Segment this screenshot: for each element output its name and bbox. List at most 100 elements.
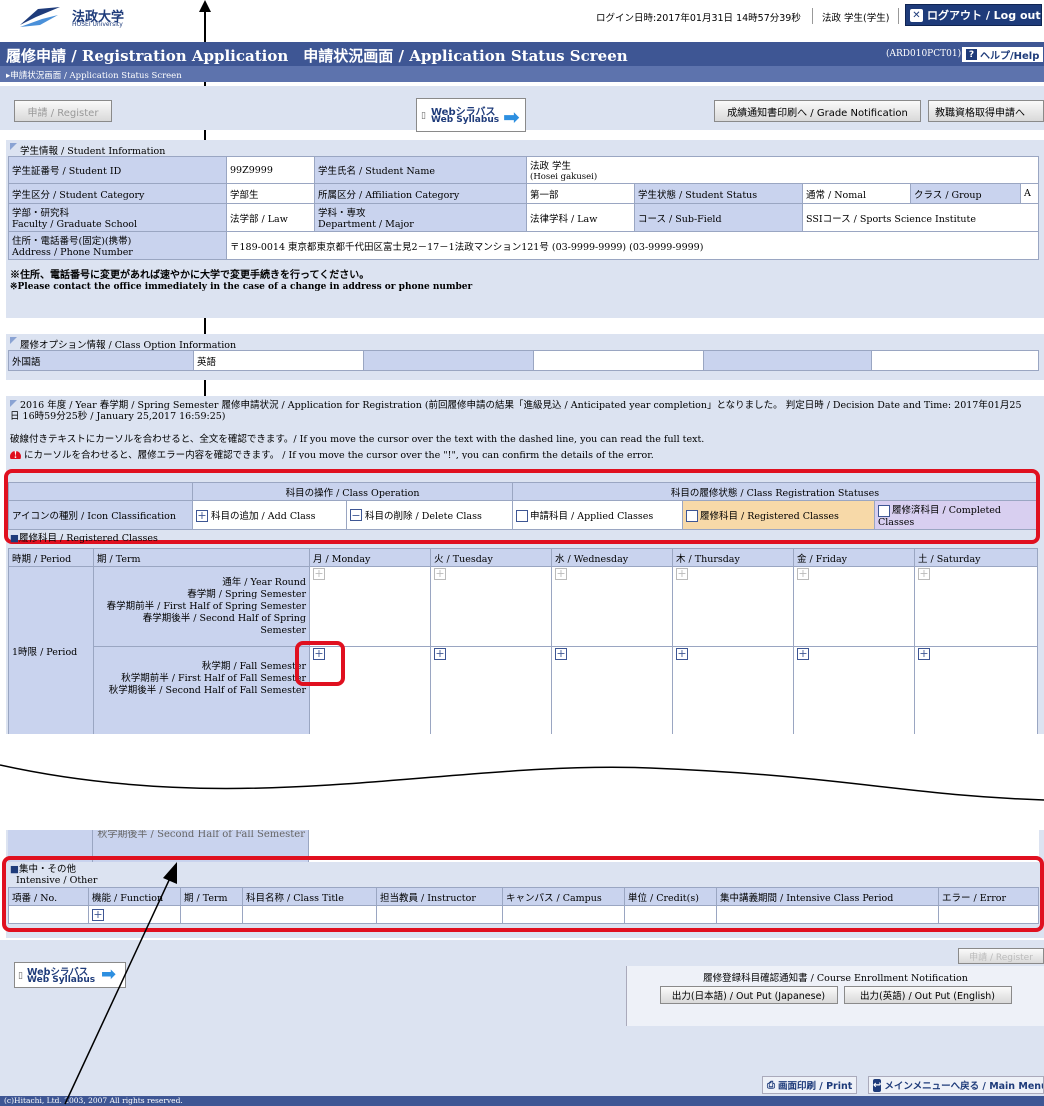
- affiliation-label: 所属区分 / Affiliation Category: [314, 183, 527, 204]
- term-label: 秋学期 / Fall Semester: [201, 661, 306, 672]
- add-class-icon[interactable]: +: [676, 648, 688, 660]
- faculty-label-jp: 学部・研究科: [12, 208, 70, 219]
- wave-divider-icon: [0, 764, 1044, 801]
- main-menu-button[interactable]: ↩ メインメニューへ戻る / Main Menu: [868, 1076, 1044, 1094]
- status-info: 2016 年度 / Year 春学期 / Spring Semester 履修申…: [6, 396, 1044, 422]
- student-id-label: 学生証番号 / Student ID: [8, 156, 227, 184]
- add-class-icon[interactable]: +: [676, 568, 688, 580]
- option-label-empty: [703, 350, 872, 371]
- add-class-icon[interactable]: +: [434, 648, 446, 660]
- help-icon: ?: [966, 49, 977, 60]
- timetable-slot: +: [430, 646, 552, 735]
- term-label: 秋学期後半 / Second Half of Fall Semester: [108, 685, 306, 696]
- address-value: 〒189-0014 東京都東京都千代田区富士見2－17－1法政マンション121号…: [226, 231, 1039, 260]
- divider: [812, 8, 813, 24]
- timetable-slot: +: [430, 566, 552, 647]
- status-value: 通常 / Nomal: [802, 183, 911, 204]
- square-bullet-icon: ■: [10, 533, 19, 544]
- divider: [898, 8, 899, 24]
- web-syllabus-button-bottom[interactable]: ▯ Webシラバス Web Syllabus ➡: [14, 962, 126, 988]
- day-header: 水 / Wednesday: [551, 548, 673, 567]
- term-label: 春学期前半 / First Half of Spring Semester: [106, 600, 306, 612]
- help-button[interactable]: ? ヘルプ/Help: [962, 47, 1044, 62]
- term-cell: 秋学期 / Fall Semester 秋学期前半 / First Half o…: [93, 646, 310, 735]
- address-notice-en: ※Please contact the office immediately i…: [10, 282, 473, 292]
- login-time: ログイン日時:2017年01月31日 14時57分39秒: [596, 13, 801, 24]
- register-button[interactable]: 申請 / Register: [14, 100, 112, 122]
- class-option-table: 外国語 英語: [8, 350, 1039, 371]
- grade-notification-button[interactable]: 成績通知書印刷へ / Grade Notification: [714, 100, 921, 122]
- name-jp: 法政 学生: [530, 161, 572, 172]
- add-class-icon[interactable]: +: [313, 568, 325, 580]
- page-title: 履修申請 / Registration Application 申請状況画面 /…: [6, 47, 628, 65]
- close-icon: ✕: [910, 8, 923, 22]
- printer-icon: ⎙: [767, 1079, 775, 1091]
- timetable: 時期 / Period 期 / Term 月 / Monday 火 / Tues…: [8, 548, 1038, 735]
- print-button[interactable]: ⎙ 画面印刷 / Print: [762, 1076, 858, 1094]
- period-label: 1時限 / Period: [8, 566, 94, 735]
- add-class-icon[interactable]: +: [555, 648, 567, 660]
- timetable-slot: +: [309, 566, 431, 647]
- logout-button[interactable]: ✕ ログアウト / Log out: [905, 4, 1042, 26]
- user-name: 法政 学生(学生): [822, 13, 890, 24]
- dept-label: 学科・専攻 Department / Major: [314, 203, 527, 232]
- hint-dashed: 破線付きテキストにカーソルを合わせると、全文を確認できます。/ If you m…: [10, 434, 705, 445]
- web-syllabus-en: Web Syllabus: [431, 115, 500, 125]
- output-japanese-button[interactable]: 出力(日本語) / Out Put (Japanese): [659, 986, 838, 1004]
- term-label: 春学期後半 / Second Half of Spring Semester: [142, 612, 306, 636]
- logo-subtitle: HOSEI University: [72, 21, 123, 28]
- category-label: 学生区分 / Student Category: [8, 183, 227, 204]
- section-title: 学生情報 / Student Information: [6, 140, 1044, 157]
- timetable-slot: +: [672, 646, 794, 735]
- add-class-icon[interactable]: +: [797, 568, 809, 580]
- affiliation-value: 第一部: [526, 183, 635, 204]
- day-header: 火 / Tuesday: [430, 548, 552, 567]
- print-label: 画面印刷 / Print: [778, 1081, 853, 1092]
- dept-value: 法律学科 / Law: [526, 203, 635, 232]
- add-class-icon[interactable]: +: [918, 568, 930, 580]
- enrollment-title: 履修登録科目確認通知書 / Course Enrollment Notifica…: [703, 973, 968, 984]
- breadcrumb: ▸申請状況画面 / Application Status Screen: [6, 71, 182, 81]
- hint-error-text: にカーソルを合わせると、履修エラー内容を確認できます。 / If you mov…: [24, 450, 654, 459]
- timetable-slot: +: [793, 566, 915, 647]
- subfield-value: SSIコース / Sports Science Institute: [802, 203, 1039, 232]
- teacher-license-button[interactable]: 教職資格取得申請へ: [928, 100, 1044, 122]
- copyright-bar: (c)Hitachi, Ltd. 2003, 2007 All rights r…: [0, 1096, 1044, 1106]
- main-menu-label: メインメニューへ戻る / Main Menu: [884, 1081, 1044, 1092]
- add-class-icon[interactable]: +: [434, 568, 446, 580]
- faculty-label-en: Faculty / Graduate School: [12, 219, 138, 230]
- output-english-button[interactable]: 出力(英語) / Out Put (English): [843, 986, 1012, 1004]
- group-label: クラス / Group: [910, 183, 1021, 204]
- timetable-slot: +: [551, 566, 673, 647]
- timetable-slot: +: [914, 566, 1038, 647]
- return-icon: ↩: [873, 1078, 882, 1092]
- title-bar: 履修申請 / Registration Application 申請状況画面 /…: [0, 42, 1044, 66]
- register-button-faded[interactable]: 申請 / Register: [958, 948, 1044, 964]
- student-info-table: 学生証番号 / Student ID 99Z9999 学生氏名 / Studen…: [8, 156, 1039, 260]
- name-en: (Hosei gakusei): [530, 172, 598, 182]
- screen-code: (ARD010PCT01): [886, 49, 962, 59]
- triangle-icon: [10, 143, 17, 150]
- category-value: 学部生: [226, 183, 315, 204]
- add-class-icon[interactable]: +: [555, 568, 567, 580]
- term-label: 通年 / Year Round: [222, 576, 306, 588]
- student-name-value: 法政 学生 (Hosei gakusei): [526, 156, 1039, 184]
- address-notice-jp: ※住所、電話番号に変更があれば速やかに大学で変更手続きを行ってください。: [10, 270, 370, 281]
- status-line-1: 2016 年度 / Year 春学期 / Spring Semester 履修申…: [20, 400, 1022, 411]
- day-header: 土 / Saturday: [914, 548, 1038, 567]
- arrow-right-icon: ➡: [503, 105, 520, 129]
- hint-error: ! にカーソルを合わせると、履修エラー内容を確認できます。 / If you m…: [6, 445, 1044, 459]
- add-class-icon[interactable]: +: [918, 648, 930, 660]
- highlight-box: [295, 641, 345, 686]
- error-icon: !: [10, 450, 21, 459]
- option-label-empty: [363, 350, 534, 371]
- web-syllabus-button[interactable]: ▯ Webシラバス Web Syllabus ➡: [416, 98, 526, 132]
- timetable-slot: +: [551, 646, 673, 735]
- timetable-slot: +: [793, 646, 915, 735]
- timetable-title-text: 履修科目 / Registered Classes: [18, 533, 158, 544]
- class-option-title: 履修オプション情報 / Class Option Information: [20, 340, 237, 351]
- breadcrumb-bar: ▸申請状況画面 / Application Status Screen: [0, 66, 1044, 82]
- class-option-section: 履修オプション情報 / Class Option Information 外国語…: [6, 334, 1044, 380]
- status-line-2: 日 16時59分25秒 / January 25,2017 16:59:25): [10, 411, 226, 422]
- add-class-icon[interactable]: +: [797, 648, 809, 660]
